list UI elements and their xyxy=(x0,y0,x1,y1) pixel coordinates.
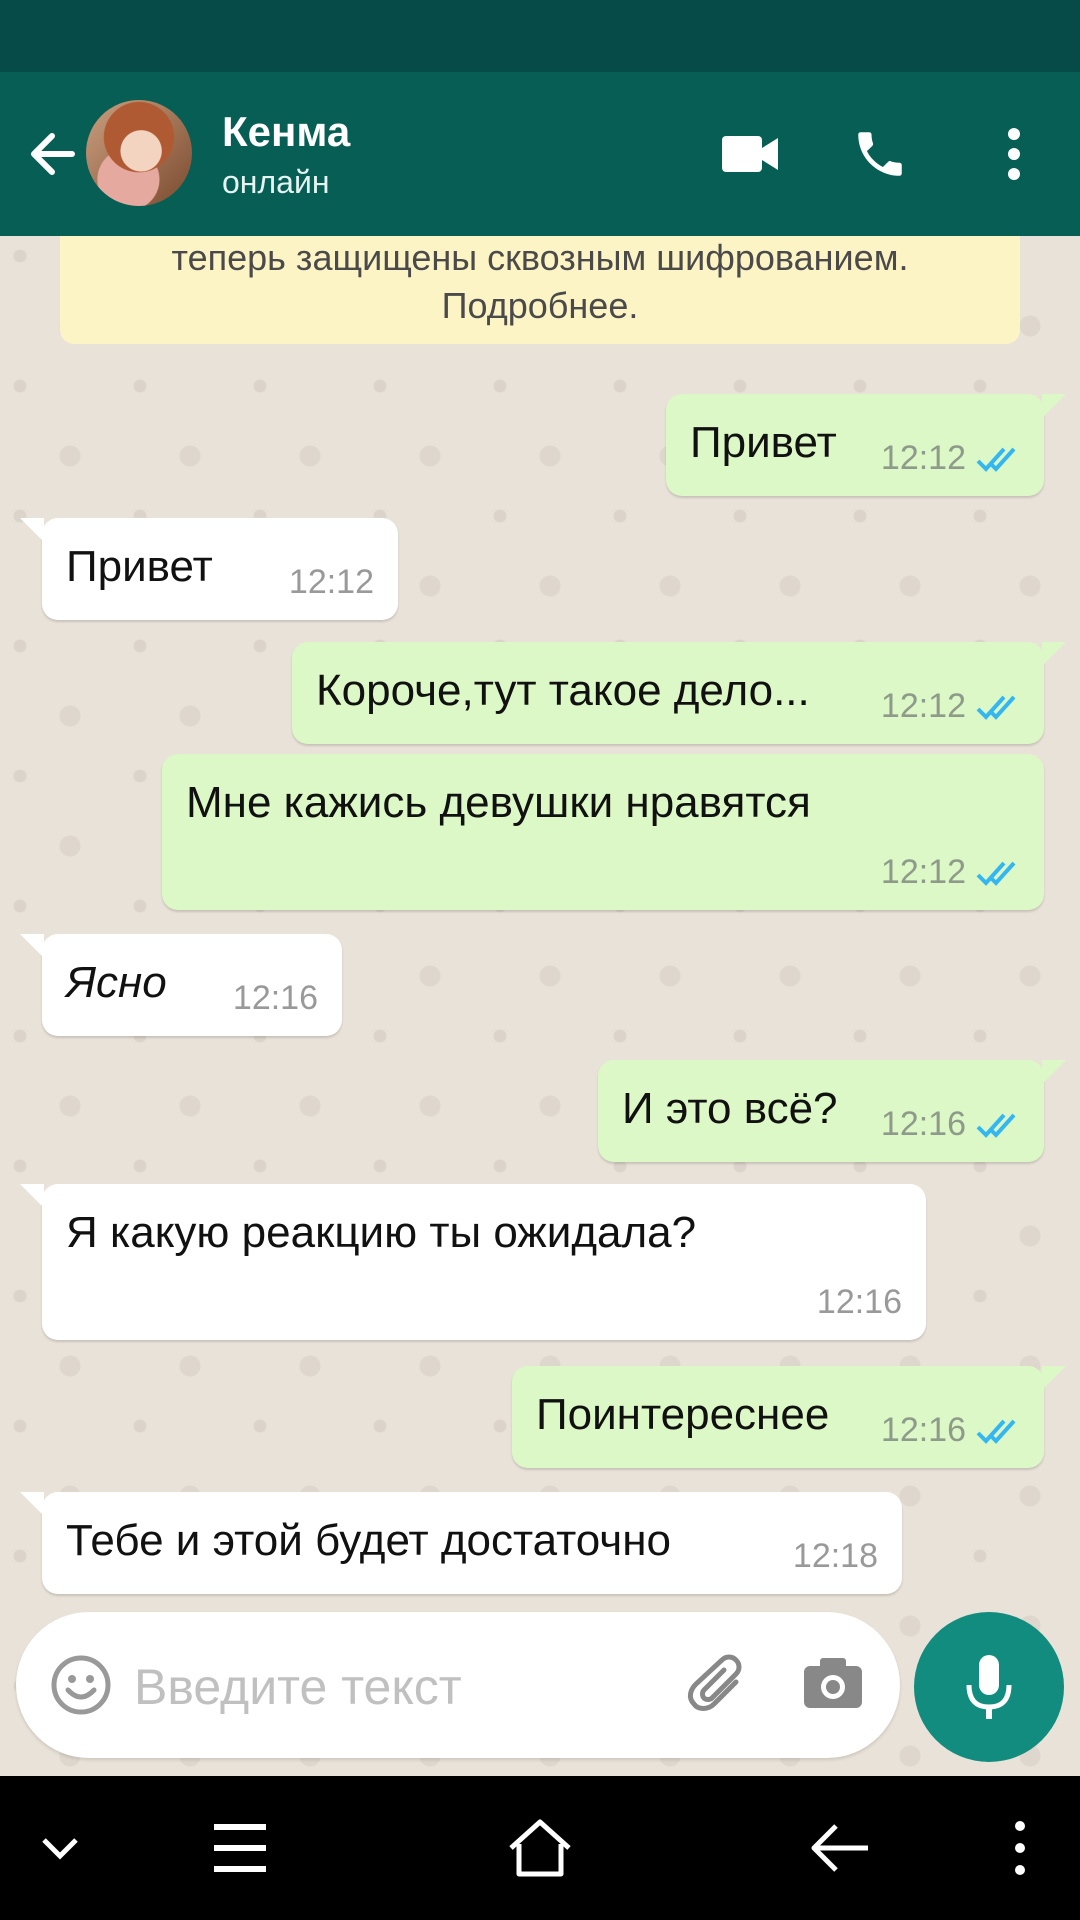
chat-header: Кенма онлайн xyxy=(0,72,1080,236)
system-nav-bar xyxy=(0,1776,1080,1920)
microphone-button[interactable] xyxy=(914,1612,1064,1762)
avatar[interactable] xyxy=(86,100,192,206)
message-text: И это всё? xyxy=(622,1084,838,1133)
message-time: 12:16 xyxy=(232,979,318,1017)
message-time: 12:16 xyxy=(880,1105,966,1143)
arrow-back-icon[interactable] xyxy=(22,124,82,184)
back-icon[interactable] xyxy=(804,1812,876,1884)
message-bubble-outgoing[interactable]: Поинтереснее 12:16 xyxy=(512,1366,1066,1468)
double-check-icon xyxy=(976,1113,1016,1138)
contact-status: онлайн xyxy=(222,164,330,200)
encryption-text: теперь защищены сквозным шифрованием. xyxy=(171,237,909,278)
phone-icon[interactable] xyxy=(842,116,918,192)
chat-area[interactable]: теперь защищены сквозным шифрованием. По… xyxy=(0,236,1080,1776)
message-text: Поинтереснее xyxy=(536,1390,830,1439)
message-time: 12:12 xyxy=(288,563,374,601)
message-time: 12:18 xyxy=(792,1537,878,1575)
more-vert-icon[interactable] xyxy=(984,1812,1056,1884)
message-text: Мне кажись девушки нравятся xyxy=(186,778,811,827)
double-check-icon xyxy=(976,861,1016,886)
message-bubble-incoming[interactable]: Я какую реакцию ты ожидала? 12:16 xyxy=(20,1184,926,1340)
message-bubble-outgoing[interactable]: Короче,тут такое дело... 12:12 xyxy=(292,642,1066,744)
message-composer[interactable]: Введите текст xyxy=(16,1612,900,1758)
microphone-icon xyxy=(966,1655,1012,1719)
message-time: 12:16 xyxy=(816,1283,902,1321)
message-bubble-incoming[interactable]: Привет 12:12 xyxy=(20,518,398,620)
chevron-down-icon[interactable] xyxy=(24,1812,96,1884)
double-check-icon xyxy=(976,447,1016,472)
message-bubble-incoming[interactable]: Тебе и этой будет достаточно 12:18 xyxy=(20,1492,902,1594)
more-vert-icon[interactable] xyxy=(976,116,1052,192)
message-input[interactable]: Введите текст xyxy=(134,1658,462,1716)
camera-icon[interactable] xyxy=(802,1654,864,1715)
message-text: Тебе и этой будет достаточно xyxy=(66,1516,671,1565)
message-text: Привет xyxy=(66,542,213,591)
emoji-icon[interactable] xyxy=(50,1654,112,1721)
message-time: 12:12 xyxy=(880,687,966,725)
message-bubble-incoming[interactable]: Ясно 12:16 xyxy=(20,934,342,1036)
message-text: Я какую реакцию ты ожидала? xyxy=(66,1208,697,1257)
message-bubble-outgoing[interactable]: Мне кажись девушки нравятся 12:12 xyxy=(162,754,1044,910)
double-check-icon xyxy=(976,695,1016,720)
message-bubble-outgoing[interactable]: Привет 12:12 xyxy=(666,394,1066,496)
message-bubble-outgoing[interactable]: И это всё? 12:16 xyxy=(598,1060,1066,1162)
message-text: Ясно xyxy=(66,958,167,1007)
message-text: Привет xyxy=(690,418,837,467)
menu-icon[interactable] xyxy=(204,1812,276,1884)
contact-name[interactable]: Кенма xyxy=(222,108,350,156)
message-time: 12:16 xyxy=(880,1411,966,1449)
video-call-icon[interactable] xyxy=(712,116,788,192)
status-bar xyxy=(0,0,1080,72)
message-text: Короче,тут такое дело... xyxy=(316,666,810,715)
paperclip-icon[interactable] xyxy=(684,1652,754,1727)
message-time: 12:12 xyxy=(880,853,966,891)
double-check-icon xyxy=(976,1419,1016,1444)
message-time: 12:12 xyxy=(880,439,966,477)
encryption-notice[interactable]: теперь защищены сквозным шифрованием. По… xyxy=(60,236,1020,344)
encryption-link[interactable]: Подробнее. xyxy=(60,282,1020,330)
home-icon[interactable] xyxy=(504,1812,576,1884)
